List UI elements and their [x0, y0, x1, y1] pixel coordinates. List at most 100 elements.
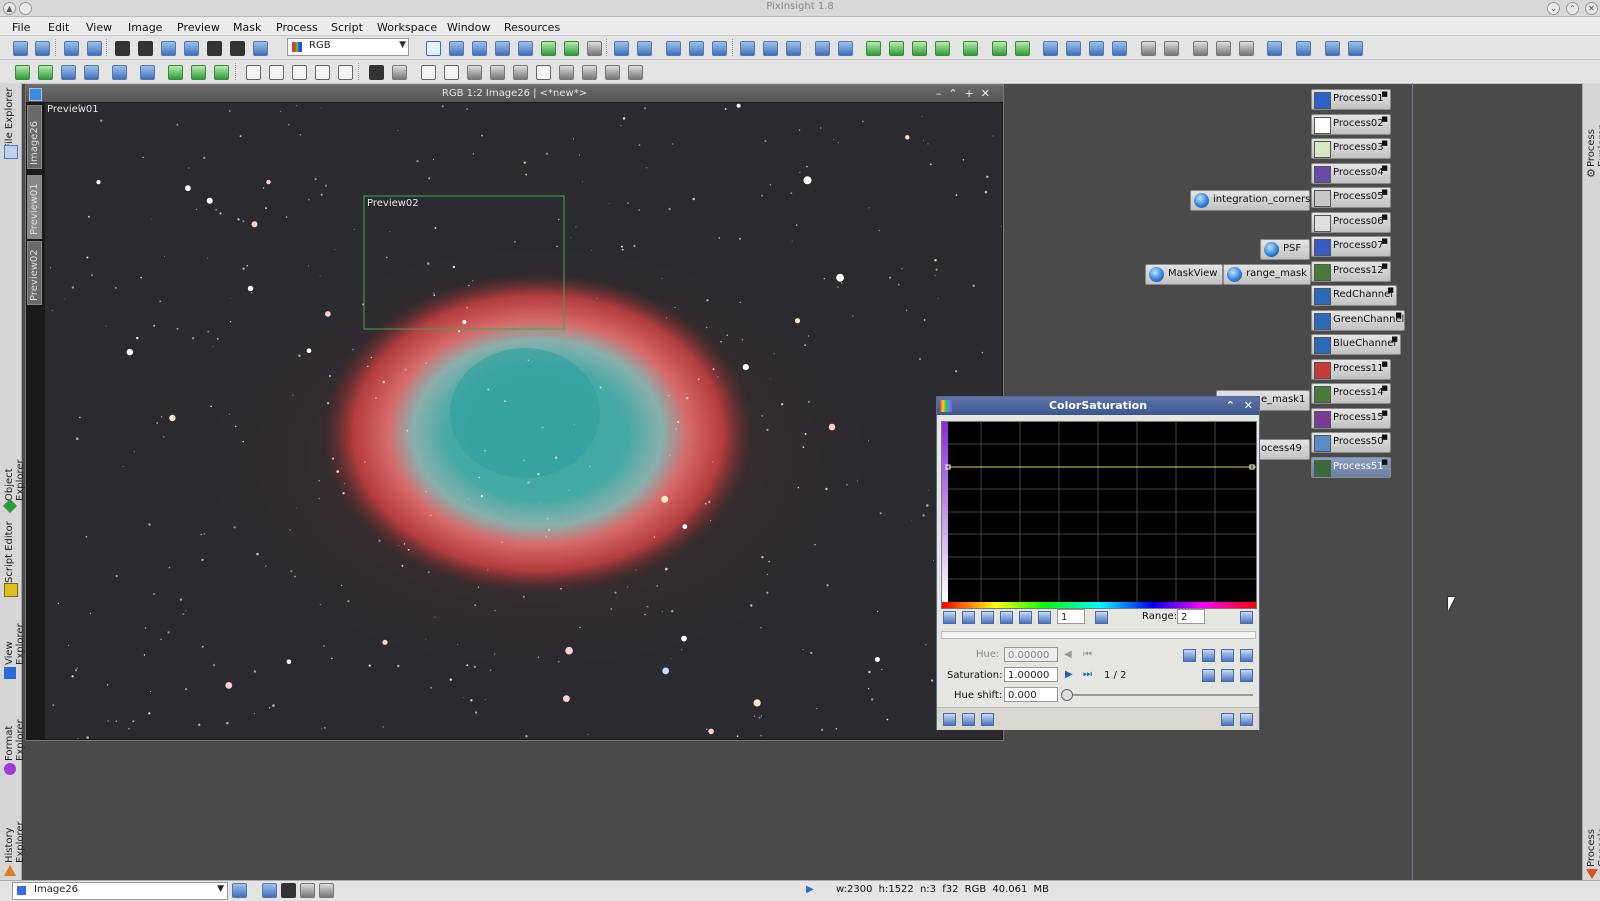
save-icon[interactable]: [87, 41, 102, 56]
process-icon-handle[interactable]: ■: [1381, 237, 1388, 245]
duplicate-icon[interactable]: [38, 65, 53, 80]
tab-object-explorer[interactable]: Object Explorer: [4, 426, 26, 501]
process-icon-process14[interactable]: Process14 ■: [1311, 383, 1391, 404]
reset-icon[interactable]: [1240, 713, 1253, 726]
window-close-button[interactable]: ✕: [1585, 2, 1598, 15]
window-restore-button[interactable]: ⌃: [1566, 2, 1579, 15]
background-black-icon[interactable]: [369, 65, 384, 80]
swatch-8-icon[interactable]: [628, 65, 643, 80]
channel-green-icon[interactable]: [161, 41, 176, 56]
image-window-icon[interactable]: [29, 88, 42, 101]
menu-preview[interactable]: Preview: [177, 19, 220, 34]
color-management-icon[interactable]: [1043, 41, 1058, 56]
swatch-3-icon[interactable]: [513, 65, 528, 80]
process-icon-handle[interactable]: ■: [1381, 458, 1388, 466]
saturation-field[interactable]: 1.00000: [1004, 667, 1058, 682]
image-window-controls[interactable]: –⌃+✕: [936, 85, 997, 102]
last-point-icon[interactable]: ⏭: [1083, 669, 1092, 680]
process-icon-handle[interactable]: ■: [1381, 139, 1388, 147]
curve-scroll-bar[interactable]: [941, 631, 1256, 639]
channel-red-icon[interactable]: [138, 41, 153, 56]
pick-color-icon[interactable]: [943, 611, 956, 624]
stf-link-icon[interactable]: [1015, 41, 1030, 56]
colorsaturation-dialog[interactable]: ColorSaturation ⌃ ✕ 1 Range: 2 Hue: 0.00…: [936, 396, 1260, 730]
history-icon[interactable]: [140, 65, 155, 80]
stf-reset-icon[interactable]: [992, 41, 1007, 56]
script-icon-maskview[interactable]: MaskView: [1145, 264, 1223, 285]
edit-preview-icon[interactable]: [564, 41, 579, 56]
readout-icon[interactable]: [1112, 41, 1127, 56]
gamut-check-icon[interactable]: [1089, 41, 1104, 56]
mask-show-icon[interactable]: [889, 41, 904, 56]
process-icon-process51[interactable]: Process51 ■: [1311, 456, 1391, 478]
display-channel-icon[interactable]: [815, 41, 830, 56]
process-icon-process15[interactable]: Process15 ■: [1311, 407, 1391, 429]
process-icon-bluechannel[interactable]: BlueChannel ■: [1311, 334, 1401, 355]
icons-select-icon[interactable]: [1193, 41, 1208, 56]
mirror-vertical-icon[interactable]: [338, 65, 353, 80]
channel-blue-icon[interactable]: [184, 41, 199, 56]
process-icons-icon[interactable]: [1141, 41, 1156, 56]
background-gray-icon[interactable]: [392, 65, 407, 80]
saturation-curve-graph[interactable]: [941, 421, 1257, 609]
extract-icon[interactable]: [61, 65, 76, 80]
delete-point-icon[interactable]: [962, 611, 975, 624]
script-icon-range-mask[interactable]: range_mask: [1223, 264, 1311, 285]
fit-view-icon[interactable]: [740, 41, 755, 56]
open-icon[interactable]: [64, 41, 79, 56]
monitor-icon[interactable]: [1296, 41, 1311, 56]
rotate-ccw-icon[interactable]: [246, 65, 261, 80]
dialog-title-bar[interactable]: ColorSaturation ⌃ ✕: [937, 397, 1259, 415]
zoom-curve-icon[interactable]: [1000, 611, 1013, 624]
hue-field[interactable]: 0.00000: [1004, 647, 1058, 662]
zoom-1-1-icon[interactable]: [666, 41, 681, 56]
channel-chroma-icon[interactable]: [230, 41, 245, 56]
tab-preview02[interactable]: Preview02: [27, 241, 42, 305]
process-icon-handle[interactable]: ■: [1381, 384, 1388, 392]
process-container-icon[interactable]: [112, 65, 127, 80]
icons-hide-icon[interactable]: [1216, 41, 1231, 56]
select-point-icon[interactable]: [981, 611, 994, 624]
swatch-4-icon[interactable]: [536, 65, 551, 80]
new-instance-icon[interactable]: [943, 713, 956, 726]
process-icon-process07[interactable]: Process07 ■: [1311, 236, 1391, 257]
zoom-to-fit-icon[interactable]: [786, 41, 801, 56]
script-icon-psf[interactable]: PSF: [1260, 239, 1310, 260]
mask-enable-icon[interactable]: [866, 41, 881, 56]
curve-invert-icon[interactable]: [1221, 649, 1234, 662]
proofing-icon[interactable]: [1066, 41, 1081, 56]
mask-remove-icon[interactable]: [935, 41, 950, 56]
dialog-close-button[interactable]: ✕: [1244, 397, 1253, 415]
shape-3-icon[interactable]: [1240, 669, 1253, 682]
zoom-fit-icon[interactable]: [449, 41, 464, 56]
tab-file-explorer[interactable]: File Explorer: [4, 87, 15, 149]
zoom-fit-curve-icon[interactable]: [1019, 611, 1032, 624]
first-point-icon[interactable]: ⏮: [1083, 649, 1092, 660]
grid-icon[interactable]: [84, 65, 99, 80]
console-icon[interactable]: [1348, 41, 1363, 56]
process-icon-handle[interactable]: ■: [1395, 311, 1402, 319]
apply-process-icon[interactable]: [191, 65, 206, 80]
process-icon-handle[interactable]: ■: [1381, 409, 1388, 417]
menu-script[interactable]: Script: [331, 19, 363, 34]
play-icon[interactable]: ▶: [806, 884, 814, 895]
mask-invert-icon[interactable]: [912, 41, 927, 56]
transparency-none-icon[interactable]: [444, 65, 459, 80]
hue-shift-slider-handle[interactable]: [1061, 689, 1073, 701]
menu-resources[interactable]: Resources: [504, 19, 560, 34]
process-icon-process01[interactable]: Process01 ■: [1311, 89, 1391, 110]
undo-icon[interactable]: [13, 41, 28, 56]
process-icon-process04[interactable]: Process04 ■: [1311, 162, 1391, 184]
screen-transfer-icon[interactable]: [838, 41, 853, 56]
menu-process[interactable]: Process: [276, 19, 318, 34]
tab-image26[interactable]: Image26: [27, 105, 42, 169]
zoom-optimal-icon[interactable]: [712, 41, 727, 56]
workspace-icon[interactable]: [1267, 41, 1282, 56]
arrange-icons-icon[interactable]: [1164, 41, 1179, 56]
browse-docs-icon[interactable]: [1221, 713, 1234, 726]
zoom-in-mode-icon[interactable]: [472, 41, 487, 56]
window-minimize-button[interactable]: ⌄: [1547, 2, 1560, 15]
point-index-spinbox[interactable]: 1: [1057, 609, 1085, 624]
swatch-5-icon[interactable]: [559, 65, 574, 80]
zoom-out-mode-icon[interactable]: [495, 41, 510, 56]
